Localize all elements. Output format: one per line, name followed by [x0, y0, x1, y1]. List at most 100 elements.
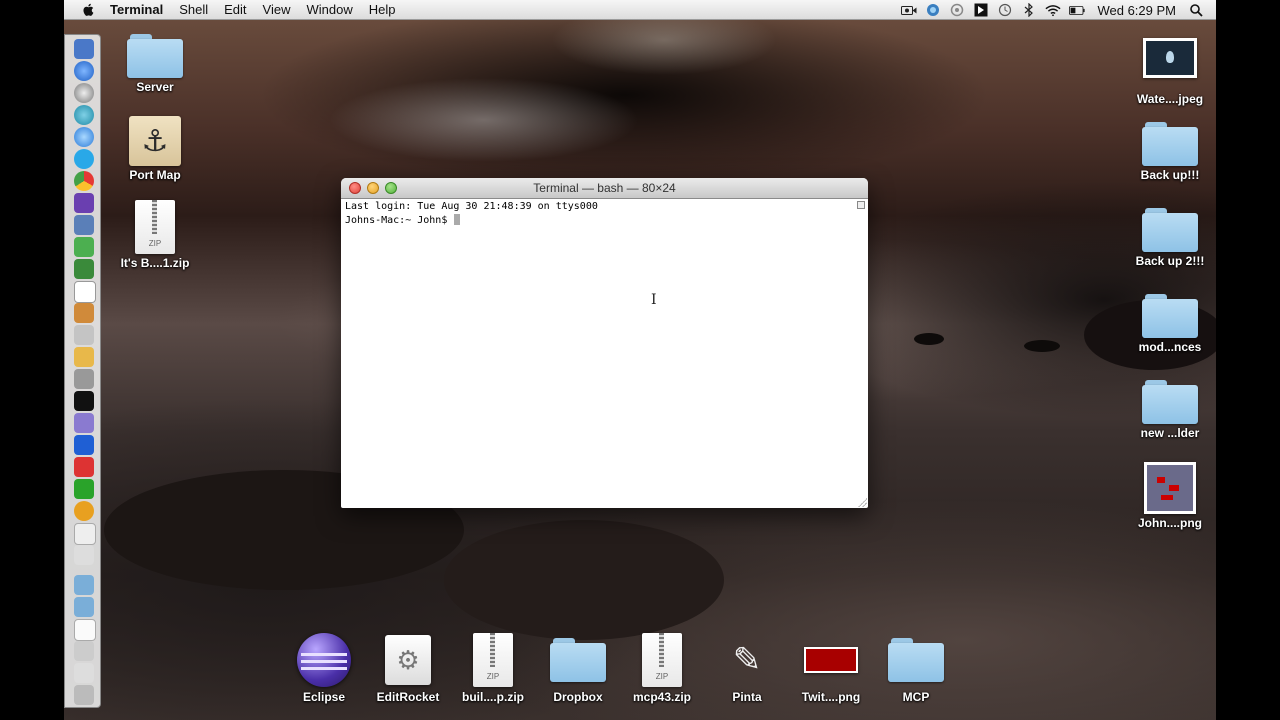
dock-item-mcp[interactable]: MCP	[871, 632, 961, 704]
menu-app-terminal[interactable]: Terminal	[110, 2, 163, 17]
menu-edit[interactable]: Edit	[224, 2, 246, 17]
desktop-item-wate-jpeg[interactable]: Wate....jpeg	[1120, 38, 1216, 106]
menu-bar: Terminal Shell Edit View Window Help Wed…	[64, 0, 1216, 20]
desktop-item-label: It's B....1.zip	[120, 256, 190, 270]
menu-view[interactable]: View	[263, 2, 291, 17]
dock-item-label: Dropbox	[553, 690, 603, 704]
screen: Terminal Shell Edit View Window Help Wed…	[64, 0, 1216, 720]
pen-icon[interactable]	[74, 413, 94, 433]
outlook-icon[interactable]	[74, 501, 94, 521]
eclipse-icon	[297, 633, 351, 687]
spotlight-icon[interactable]	[1188, 3, 1204, 17]
folder-icon	[888, 638, 944, 682]
safari-icon[interactable]	[74, 83, 94, 103]
desktop-item-server[interactable]: Server	[105, 34, 205, 94]
desktop-item-label: Back up!!!	[1140, 168, 1200, 182]
terminal-content[interactable]: Last login: Tue Aug 30 21:48:39 on ttys0…	[345, 201, 852, 508]
window-title: Terminal — bash — 80×24	[533, 181, 676, 195]
downloads-icon[interactable]	[74, 641, 94, 661]
applications-folder-icon[interactable]	[74, 575, 94, 595]
terrain-icon[interactable]	[74, 259, 94, 279]
zip-file-icon: ZIP	[473, 633, 513, 687]
apple-menu-icon[interactable]	[80, 2, 96, 18]
dock-item-label: Twit....png	[801, 690, 861, 704]
dock-item-twit-png[interactable]: Twit....png	[786, 632, 876, 704]
time-machine-icon[interactable]	[997, 3, 1013, 17]
battery-icon[interactable]	[1069, 3, 1086, 17]
file-icon[interactable]	[74, 619, 96, 641]
window-titlebar[interactable]: Terminal — bash — 80×24	[341, 178, 868, 199]
desktop-item-port-map[interactable]: ⚓ Port Map	[105, 116, 205, 182]
menu-clock[interactable]: Wed 6:29 PM	[1097, 3, 1176, 18]
desktop-item-zip[interactable]: ZIP It's B....1.zip	[105, 200, 205, 270]
terminal-line: Last login: Tue Aug 30 21:48:39 on ttys0…	[345, 201, 598, 212]
minecraft-icon[interactable]	[74, 237, 94, 257]
dock-item-editrocket[interactable]: ⚙ EditRocket	[363, 632, 453, 704]
close-button[interactable]	[349, 182, 361, 194]
network-utility-icon[interactable]	[74, 105, 94, 125]
documents-folder-icon[interactable]	[74, 597, 94, 617]
image-thumbnail-icon	[1144, 462, 1196, 514]
desktop-item-label: Server	[136, 80, 174, 94]
desktop-item-label: John....png	[1138, 516, 1202, 530]
preview-icon[interactable]	[74, 215, 94, 235]
desktop-item-label: Wate....jpeg	[1136, 92, 1204, 106]
itunes-icon[interactable]	[74, 127, 94, 147]
dock-item-mcp43-zip[interactable]: ZIP mcp43.zip	[617, 632, 707, 704]
scroll-split-button[interactable]	[857, 201, 865, 209]
dock-item-eclipse[interactable]: Eclipse	[279, 632, 369, 704]
photo-icon[interactable]	[74, 193, 94, 213]
paint-tube-icon: ✎	[732, 641, 762, 679]
desktop-item-john-png[interactable]: John....png	[1120, 462, 1216, 530]
powerpoint-icon[interactable]	[74, 457, 94, 477]
star-icon[interactable]	[74, 325, 94, 345]
photo-booth-icon[interactable]	[74, 303, 94, 323]
rock	[1024, 340, 1060, 352]
network-icon[interactable]	[925, 3, 941, 17]
notes-icon[interactable]	[74, 545, 94, 565]
app-store-icon[interactable]	[74, 61, 94, 81]
dock-item-dropbox[interactable]: Dropbox	[533, 632, 623, 704]
folder-app-icon[interactable]	[74, 347, 94, 367]
dock-item-pinta[interactable]: ✎ Pinta	[702, 632, 792, 704]
chrome-icon[interactable]	[74, 171, 94, 191]
menu-help[interactable]: Help	[369, 2, 396, 17]
finder-icon[interactable]	[74, 39, 94, 59]
menu-extras: Wed 6:29 PM	[901, 0, 1216, 20]
menu-window[interactable]: Window	[307, 2, 353, 17]
rock	[914, 333, 944, 345]
zoom-button[interactable]	[385, 182, 397, 194]
document-icon[interactable]	[74, 523, 96, 545]
bluetooth-icon[interactable]	[1021, 3, 1037, 17]
stack-icon[interactable]	[74, 663, 94, 683]
desktop-item-backup[interactable]: Back up!!!	[1120, 122, 1216, 182]
dropbox-folder-icon	[550, 638, 606, 682]
editrocket-icon: ⚙	[385, 635, 431, 685]
minimize-button[interactable]	[367, 182, 379, 194]
zip-file-icon: ZIP	[642, 633, 682, 687]
desktop-item-label: mod...nces	[1138, 340, 1202, 354]
wifi-icon[interactable]	[1045, 3, 1062, 17]
sync-icon[interactable]	[949, 3, 965, 17]
resize-grip-icon[interactable]	[857, 497, 867, 507]
terminal-icon[interactable]	[74, 391, 94, 411]
trash-icon[interactable]	[74, 685, 94, 705]
zip-file-icon: ZIP	[135, 200, 175, 254]
camera-icon[interactable]	[901, 3, 917, 17]
flag-icon[interactable]	[973, 3, 989, 17]
system-preferences-icon[interactable]	[74, 369, 94, 389]
terminal-window[interactable]: Terminal — bash — 80×24 Last login: Tue …	[341, 178, 868, 508]
calendar-icon[interactable]	[74, 281, 96, 303]
dock-item-label: MCP	[902, 690, 930, 704]
desktop-item-backup-2[interactable]: Back up 2!!!	[1120, 208, 1216, 268]
dock-item-buil-zip[interactable]: ZIP buil....p.zip	[448, 632, 538, 704]
word-icon[interactable]	[74, 435, 94, 455]
excel-icon[interactable]	[74, 479, 94, 499]
dock-item-label: Pinta	[732, 690, 762, 704]
menu-shell[interactable]: Shell	[179, 2, 208, 17]
terminal-prompt-line: Johns-Mac:~ John$	[345, 213, 852, 228]
folder-icon	[1142, 208, 1198, 252]
desktop-item-mod-nces[interactable]: mod...nces	[1120, 294, 1216, 354]
skype-icon[interactable]	[74, 149, 94, 169]
desktop-item-new-folder[interactable]: new ...lder	[1120, 380, 1216, 440]
